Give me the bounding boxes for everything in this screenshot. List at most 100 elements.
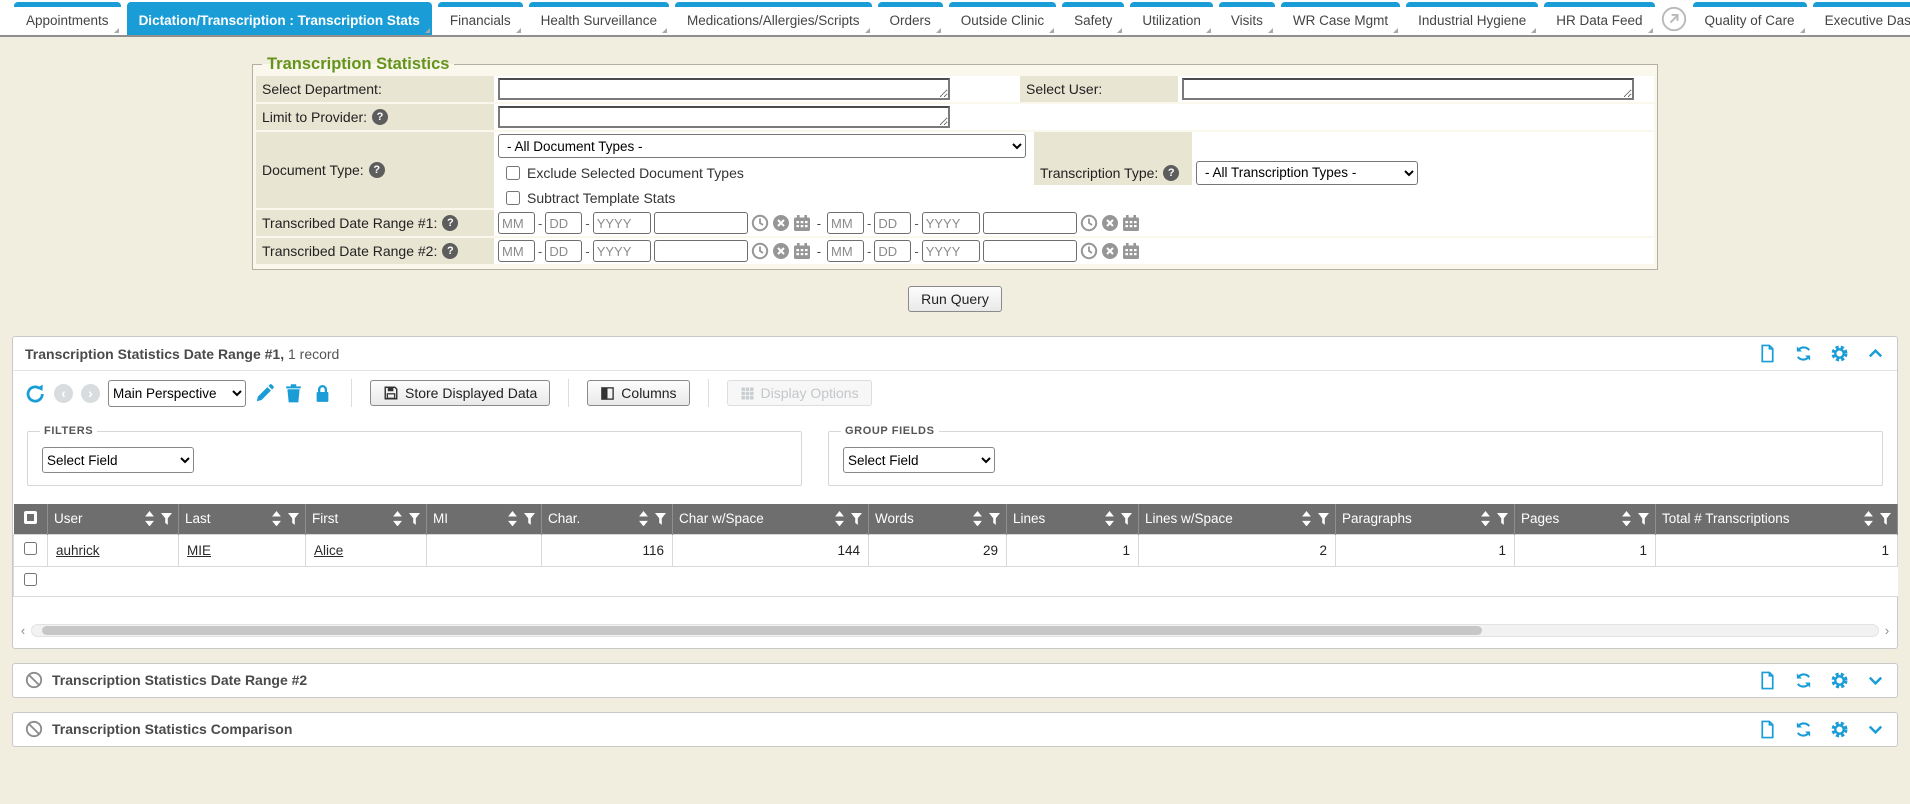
- range1-start-day[interactable]: [545, 212, 582, 234]
- module-tab[interactable]: Dictation/Transcription : Transcription …: [127, 2, 432, 35]
- sort-icon[interactable]: [144, 511, 155, 526]
- select-all-checkbox[interactable]: [24, 511, 37, 524]
- columns-button[interactable]: Columns: [587, 380, 689, 406]
- filter-funnel-icon[interactable]: [1318, 513, 1329, 525]
- document-type-select[interactable]: - All Document Types -: [498, 134, 1026, 158]
- range2-end-month[interactable]: [827, 240, 864, 262]
- sort-icon[interactable]: [271, 511, 282, 526]
- table-cell[interactable]: 1: [1336, 534, 1515, 566]
- clock-icon[interactable]: [751, 242, 769, 260]
- range1-start-month[interactable]: [498, 212, 535, 234]
- help-icon[interactable]: ?: [442, 243, 458, 259]
- gear-icon[interactable]: [1830, 344, 1849, 363]
- delete-perspective-icon[interactable]: [283, 383, 304, 404]
- calendar-icon[interactable]: [1122, 214, 1140, 232]
- module-tab[interactable]: Industrial Hygiene: [1406, 2, 1538, 35]
- sort-icon[interactable]: [507, 511, 518, 526]
- clear-icon[interactable]: [772, 214, 790, 232]
- calendar-icon[interactable]: [793, 242, 811, 260]
- range2-end-year[interactable]: [922, 240, 980, 262]
- filter-funnel-icon[interactable]: [161, 513, 172, 525]
- refresh-icon[interactable]: [1794, 720, 1813, 739]
- table-cell[interactable]: 29: [869, 534, 1007, 566]
- help-icon[interactable]: ?: [1163, 165, 1179, 181]
- store-displayed-data-button[interactable]: Store Displayed Data: [370, 380, 550, 406]
- run-query-button[interactable]: Run Query: [908, 286, 1002, 312]
- table-cell[interactable]: Alice: [306, 534, 427, 566]
- select-user-input[interactable]: [1182, 78, 1634, 100]
- filter-funnel-icon[interactable]: [1880, 513, 1891, 525]
- gear-icon[interactable]: [1830, 671, 1849, 690]
- table-cell[interactable]: 144: [673, 534, 869, 566]
- module-tab[interactable]: HR Data Feed: [1544, 2, 1654, 35]
- filters-field-select[interactable]: Select Field: [42, 447, 194, 473]
- group-fields-field-select[interactable]: Select Field: [843, 447, 995, 473]
- sort-icon[interactable]: [1480, 511, 1491, 526]
- limit-to-provider-input[interactable]: [498, 106, 950, 128]
- sort-icon[interactable]: [972, 511, 983, 526]
- clear-icon[interactable]: [772, 242, 790, 260]
- scrollbar-track[interactable]: [31, 624, 1879, 637]
- help-icon[interactable]: ?: [442, 215, 458, 231]
- edit-perspective-icon[interactable]: [254, 383, 275, 404]
- refresh-icon[interactable]: [1794, 344, 1813, 363]
- module-tab[interactable]: Financials: [438, 2, 523, 35]
- popout-icon[interactable]: [1661, 6, 1687, 32]
- sort-icon[interactable]: [834, 511, 845, 526]
- table-cell[interactable]: auhrick: [48, 534, 179, 566]
- new-document-icon[interactable]: [1758, 344, 1777, 363]
- range1-end-time[interactable]: [983, 212, 1077, 234]
- undo-icon[interactable]: [25, 383, 46, 404]
- sort-icon[interactable]: [1301, 511, 1312, 526]
- scrollbar-thumb[interactable]: [42, 626, 1482, 635]
- calendar-icon[interactable]: [1122, 242, 1140, 260]
- module-tab[interactable]: Orders: [878, 2, 943, 35]
- subtract-template-checkbox[interactable]: [506, 191, 520, 205]
- module-tab[interactable]: Appointments: [14, 2, 121, 35]
- module-tab[interactable]: Outside Clinic: [949, 2, 1056, 35]
- range2-end-time[interactable]: [983, 240, 1077, 262]
- new-document-icon[interactable]: [1758, 671, 1777, 690]
- expand-icon[interactable]: [1866, 720, 1885, 739]
- module-tab[interactable]: Visits: [1219, 2, 1275, 35]
- row-checkbox[interactable]: [24, 573, 37, 586]
- table-cell[interactable]: 1: [1515, 534, 1656, 566]
- next-perspective-icon[interactable]: ›: [81, 384, 100, 403]
- scroll-left-icon[interactable]: ‹: [15, 623, 31, 638]
- range2-start-time[interactable]: [654, 240, 748, 262]
- clock-icon[interactable]: [751, 214, 769, 232]
- sort-icon[interactable]: [638, 511, 649, 526]
- transcription-type-select[interactable]: - All Transcription Types -: [1196, 161, 1418, 185]
- range1-end-month[interactable]: [827, 212, 864, 234]
- filter-funnel-icon[interactable]: [655, 513, 666, 525]
- clock-icon[interactable]: [1080, 242, 1098, 260]
- module-tab[interactable]: Safety: [1062, 2, 1124, 35]
- filter-funnel-icon[interactable]: [989, 513, 1000, 525]
- clock-icon[interactable]: [1080, 214, 1098, 232]
- collapse-icon[interactable]: [1866, 344, 1885, 363]
- range1-end-day[interactable]: [874, 212, 911, 234]
- row-checkbox[interactable]: [24, 542, 37, 555]
- exclude-doc-types-checkbox[interactable]: [506, 166, 520, 180]
- scroll-right-icon[interactable]: ›: [1879, 623, 1895, 638]
- gear-icon[interactable]: [1830, 720, 1849, 739]
- help-icon[interactable]: ?: [372, 109, 388, 125]
- select-department-input[interactable]: [498, 78, 950, 100]
- range2-end-day[interactable]: [874, 240, 911, 262]
- filter-funnel-icon[interactable]: [288, 513, 299, 525]
- range2-start-year[interactable]: [593, 240, 651, 262]
- filter-funnel-icon[interactable]: [1497, 513, 1508, 525]
- refresh-icon[interactable]: [1794, 671, 1813, 690]
- table-cell[interactable]: MIE: [179, 534, 306, 566]
- help-icon[interactable]: ?: [369, 162, 385, 178]
- filter-funnel-icon[interactable]: [524, 513, 535, 525]
- table-cell[interactable]: [427, 534, 542, 566]
- range2-start-month[interactable]: [498, 240, 535, 262]
- expand-icon[interactable]: [1866, 671, 1885, 690]
- calendar-icon[interactable]: [793, 214, 811, 232]
- table-cell[interactable]: 1: [1656, 534, 1898, 566]
- sort-icon[interactable]: [1863, 511, 1874, 526]
- module-tab[interactable]: Executive Dashboard: [1813, 2, 1910, 35]
- clear-icon[interactable]: [1101, 214, 1119, 232]
- clear-icon[interactable]: [1101, 242, 1119, 260]
